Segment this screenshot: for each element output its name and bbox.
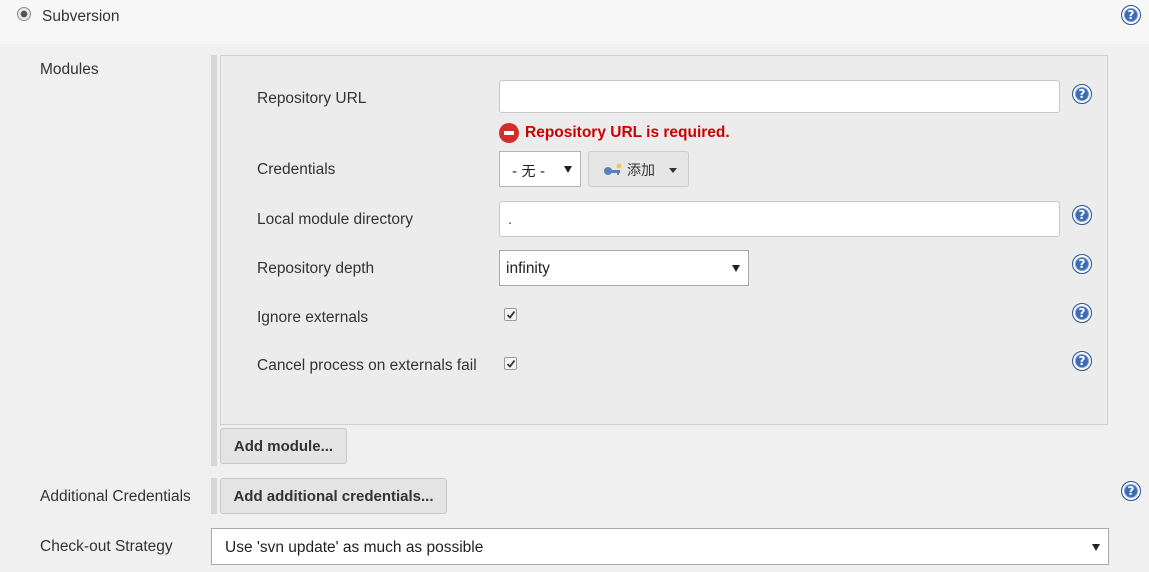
- help-icon[interactable]: ?: [1072, 303, 1092, 323]
- subversion-radio[interactable]: [17, 7, 31, 21]
- ignore-externals-label: Ignore externals: [257, 309, 369, 326]
- help-icon[interactable]: ?: [1072, 254, 1092, 274]
- chevron-down-icon: [564, 166, 572, 173]
- checkout-strategy-select[interactable]: Use 'svn update' as much as possible: [211, 528, 1109, 565]
- repository-depth-selected: infinity: [506, 260, 550, 277]
- credentials-bar: [211, 478, 217, 514]
- modules-label: Modules: [40, 61, 99, 78]
- local-module-directory-label: Local module directory: [257, 211, 413, 228]
- add-label: 添加: [627, 163, 655, 179]
- help-icon[interactable]: ?: [1072, 205, 1092, 225]
- cancel-on-externals-fail-checkbox[interactable]: [504, 357, 517, 370]
- repository-url-input[interactable]: [499, 80, 1060, 113]
- credentials-select[interactable]: - 无 -: [499, 151, 581, 187]
- scm-header: Subversion ?: [0, 0, 1149, 44]
- modules-bar: [211, 55, 217, 466]
- checkmark-icon: [506, 359, 516, 368]
- chevron-down-icon: [732, 265, 740, 272]
- credentials-label: Credentials: [257, 161, 336, 178]
- help-icon[interactable]: ?: [1072, 84, 1092, 104]
- error-icon: [499, 123, 519, 143]
- additional-credentials-label: Additional Credentials: [40, 488, 191, 505]
- help-icon[interactable]: ?: [1072, 351, 1092, 371]
- chevron-down-icon: [1092, 543, 1100, 551]
- subversion-label: Subversion: [42, 8, 120, 25]
- credentials-selected: - 无 -: [512, 164, 546, 180]
- add-credentials-button[interactable]: 添加: [588, 151, 689, 187]
- help-icon[interactable]: ?: [1121, 5, 1141, 25]
- help-icon[interactable]: ?: [1121, 481, 1141, 501]
- repository-depth-select[interactable]: infinity: [499, 250, 749, 286]
- scm-config-panel: Subversion ? Modules Repository URL ? Re…: [0, 0, 1149, 572]
- repository-url-label: Repository URL: [257, 90, 367, 107]
- add-additional-credentials-button[interactable]: Add additional credentials...: [220, 478, 447, 514]
- chevron-down-icon: [669, 168, 677, 173]
- checkout-strategy-label: Check-out Strategy: [40, 538, 173, 555]
- ignore-externals-checkbox[interactable]: [504, 308, 517, 321]
- repository-depth-label: Repository depth: [257, 260, 375, 277]
- add-module-button[interactable]: Add module...: [220, 428, 347, 464]
- local-module-directory-input[interactable]: [499, 201, 1060, 237]
- checkout-strategy-selected: Use 'svn update' as much as possible: [225, 539, 484, 556]
- cancel-on-externals-fail-label: Cancel process on externals fail: [257, 357, 477, 374]
- error-text: Repository URL is required.: [525, 124, 730, 141]
- key-icon: [604, 163, 622, 175]
- checkmark-icon: [506, 310, 516, 319]
